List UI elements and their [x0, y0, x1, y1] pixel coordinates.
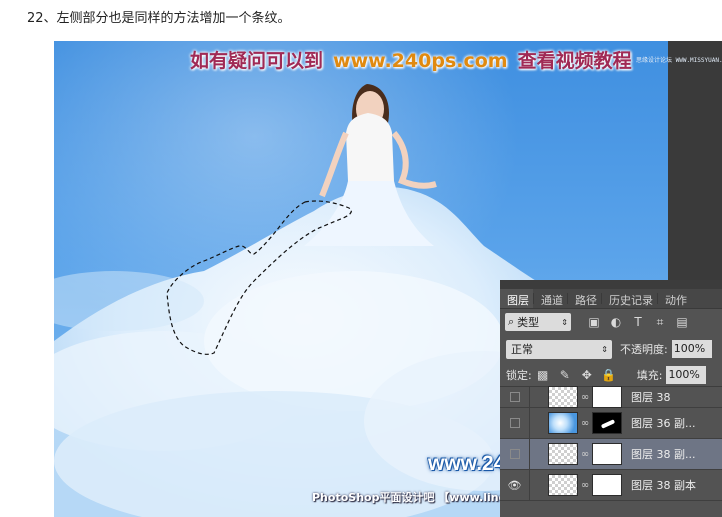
- banner-text-1: 如有疑问可以到: [190, 50, 324, 72]
- panel-tabs: 图层 通道 路径 历史记录 动作: [500, 289, 722, 309]
- image-filter-icon[interactable]: ▣: [583, 315, 605, 329]
- banner-url: www.240ps.com: [333, 50, 508, 72]
- layer-name[interactable]: 图层 38 副本: [631, 477, 696, 493]
- tutorial-banner: 如有疑问可以到 www.240ps.com 查看视频教程: [190, 46, 632, 74]
- type-filter-icon[interactable]: T: [627, 315, 649, 329]
- link-chain-icon[interactable]: ∞: [578, 480, 592, 491]
- lock-image-pixels-icon[interactable]: ✎: [554, 368, 576, 382]
- banner-text-2: 查看视频教程: [517, 50, 632, 72]
- layer-mask-thumbnail[interactable]: [592, 412, 622, 434]
- panel-title-bar[interactable]: [500, 280, 722, 289]
- tab-paths[interactable]: 路径: [568, 289, 601, 308]
- lock-row: 锁定: ▩ ✎ ✥ 🔒 填充: 100%: [500, 363, 722, 387]
- shape-filter-icon[interactable]: ⌗: [649, 315, 671, 330]
- visibility-toggle[interactable]: 👁: [500, 470, 530, 500]
- layer-row-selected[interactable]: ∞ 图层 38 副...: [500, 439, 722, 470]
- blend-mode-value: 正常: [511, 343, 533, 356]
- hidden-eye-icon: [509, 418, 520, 428]
- hidden-eye-icon: [509, 449, 520, 459]
- layer-thumbnail: [548, 474, 578, 496]
- opacity-input[interactable]: 100%: [671, 340, 712, 358]
- layer-mask-thumbnail[interactable]: [592, 386, 622, 408]
- eye-icon: 👁: [507, 478, 522, 492]
- lock-position-icon[interactable]: ✥: [576, 368, 598, 382]
- corner-watermark: 思缘设计论坛 WWW.MISSYUAN.COM: [636, 57, 722, 64]
- layer-mask-thumbnail[interactable]: [592, 474, 622, 496]
- layer-row[interactable]: ∞ 图层 38: [500, 386, 722, 408]
- layer-thumbnail: [548, 412, 578, 434]
- layer-thumbnail: [548, 443, 578, 465]
- visibility-toggle[interactable]: [500, 387, 530, 407]
- layer-name[interactable]: 图层 36 副...: [631, 415, 695, 431]
- blend-mode-select[interactable]: 正常 ⇕: [506, 339, 612, 359]
- tab-layers[interactable]: 图层: [500, 289, 533, 308]
- visibility-toggle[interactable]: [500, 408, 530, 438]
- updown-arrow-icon: ⇕: [601, 344, 608, 354]
- step-caption: 22、左侧部分也是同样的方法增加一个条纹。: [27, 11, 291, 26]
- layer-name[interactable]: 图层 38 副...: [631, 446, 695, 462]
- layers-panel: 图层 通道 路径 历史记录 动作 ⌕ 类型 ⇕ ▣ ◐ T ⌗ ▤ 正常 ⇕ 不…: [500, 280, 722, 517]
- hidden-eye-icon: [509, 392, 520, 402]
- layer-thumbnail: [548, 386, 578, 408]
- fill-label: 填充:: [636, 368, 663, 382]
- tab-channels[interactable]: 通道: [534, 289, 567, 308]
- layer-row[interactable]: ∞ 图层 36 副...: [500, 408, 722, 439]
- smart-object-filter-icon[interactable]: ▤: [671, 315, 693, 329]
- visibility-toggle[interactable]: [500, 439, 530, 469]
- layer-name[interactable]: 图层 38: [631, 389, 671, 405]
- lock-label: 锁定:: [506, 368, 532, 382]
- link-chain-icon[interactable]: ∞: [578, 449, 592, 460]
- layer-row[interactable]: 👁 ∞ 图层 38 副本: [500, 470, 722, 501]
- adjustment-filter-icon[interactable]: ◐: [605, 315, 627, 329]
- layer-filter-row: ⌕ 类型 ⇕ ▣ ◐ T ⌗ ▤: [500, 309, 722, 335]
- filter-kind-select[interactable]: ⌕ 类型 ⇕: [505, 313, 571, 331]
- mask-stroke: [600, 419, 616, 429]
- link-chain-icon[interactable]: ∞: [578, 392, 592, 403]
- filter-kind-label: 类型: [517, 316, 540, 329]
- search-icon: ⌕: [508, 315, 515, 328]
- opacity-label: 不透明度:: [620, 343, 668, 356]
- lock-transparent-pixels-icon[interactable]: ▩: [532, 368, 554, 382]
- tab-actions[interactable]: 动作: [658, 289, 691, 308]
- blend-row: 正常 ⇕ 不透明度: 100%: [500, 335, 722, 363]
- fill-input[interactable]: 100%: [666, 365, 707, 384]
- tab-history[interactable]: 历史记录: [602, 289, 657, 308]
- link-chain-icon[interactable]: ∞: [578, 418, 592, 429]
- layer-mask-thumbnail[interactable]: [592, 443, 622, 465]
- updown-arrow-icon: ⇕: [561, 317, 568, 327]
- lock-all-icon[interactable]: 🔒: [598, 368, 620, 382]
